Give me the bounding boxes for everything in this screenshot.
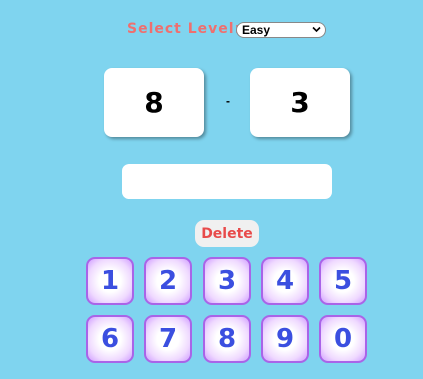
answer-field[interactable]	[122, 164, 332, 199]
keypad-key-9[interactable]: 9	[261, 315, 309, 363]
delete-button[interactable]: Delete	[195, 220, 259, 247]
keypad-key-1[interactable]: 1	[86, 257, 134, 305]
level-selected-value: Easy	[242, 23, 271, 37]
level-label: Select Level:	[127, 21, 242, 37]
level-select[interactable]: Easy	[236, 22, 326, 38]
keypad-key-8[interactable]: 8	[203, 315, 251, 363]
keypad-key-0[interactable]: 0	[319, 315, 367, 363]
chevron-down-icon	[312, 26, 321, 33]
first-operand: 8	[104, 68, 204, 137]
keypad-key-2[interactable]: 2	[144, 257, 192, 305]
math-practice-page: { "level": { "label": "Select Level:", "…	[0, 0, 423, 379]
keypad-key-3[interactable]: 3	[203, 257, 251, 305]
keypad-key-6[interactable]: 6	[86, 315, 134, 363]
keypad-key-4[interactable]: 4	[261, 257, 309, 305]
level-selector-row: Select Level: Easy	[0, 20, 423, 40]
second-operand: 3	[250, 68, 350, 137]
keypad-key-5[interactable]: 5	[319, 257, 367, 305]
operator-sign: -	[226, 94, 230, 108]
keypad-key-7[interactable]: 7	[144, 315, 192, 363]
